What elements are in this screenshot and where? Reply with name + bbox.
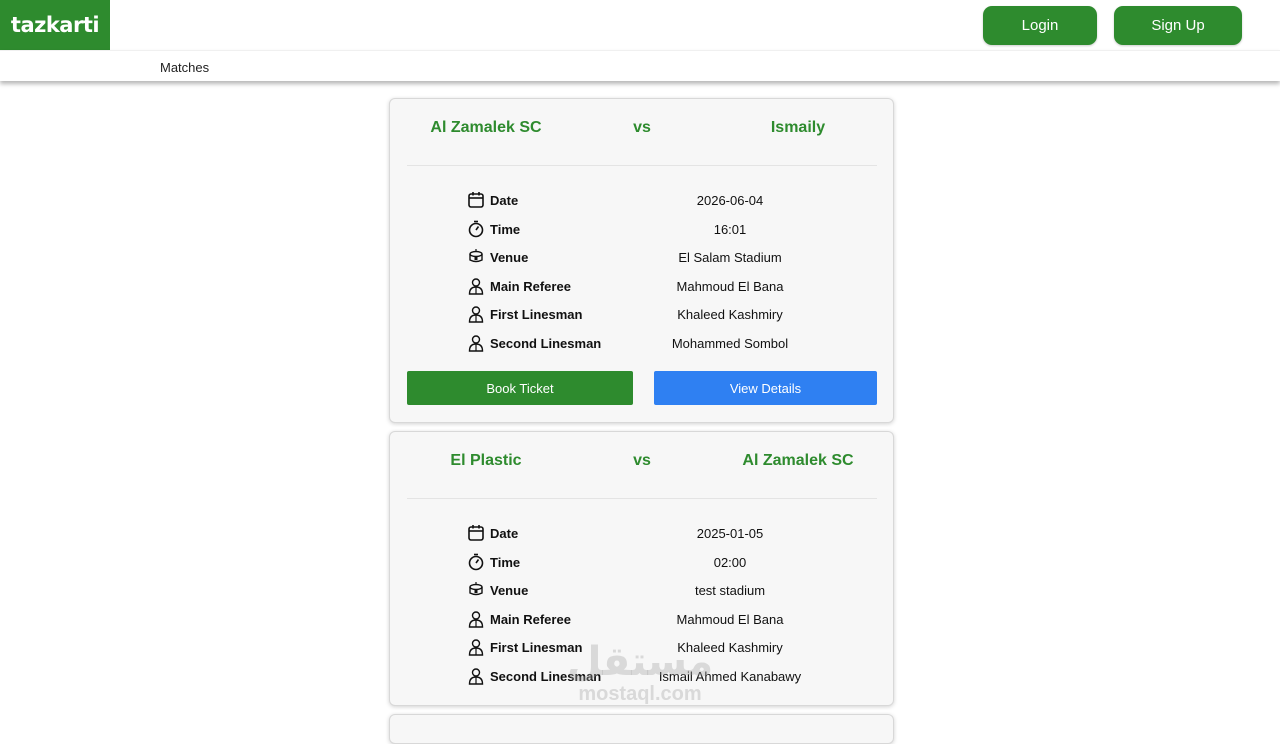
login-button[interactable]: Login [983,6,1097,45]
divider [407,165,877,166]
detail-row-second-linesman: Second Linesman Mohammed Sombol [390,334,893,363]
referee-icon [468,278,484,295]
detail-row-date: Date 2025-01-05 [390,524,893,553]
first-linesman-label: First Linesman [490,307,583,323]
first-linesman-label: First Linesman [490,640,583,656]
detail-row-first-linesman: First Linesman Khaleed Kashmiry [390,638,893,667]
nav-item-matches[interactable]: Matches [160,60,209,75]
main-referee-label: Main Referee [490,278,571,294]
detail-row-first-linesman: First Linesman Khaleed Kashmiry [390,305,893,334]
detail-row-time: Time 16:01 [390,220,893,249]
venue-label: Venue [490,583,529,599]
stadium-icon [469,582,483,596]
teams-row: El Plastic vs Al Zamalek SC [390,452,893,476]
second-linesman-value: Ismail Ahmed Kanabawy [658,668,802,684]
time-value: 02:00 [713,554,747,570]
referee-icon [468,306,484,324]
top-header: tazkarti Login Sign Up [0,0,1280,50]
detail-row-main-referee: Main Referee Mahmoud El Bana [390,610,893,639]
match-details: Date 2026-06-04 Time 16:01 Venue El Sala… [390,191,893,363]
referee-icon [468,611,484,628]
date-value: 2026-06-04 [696,193,764,208]
view-details-button[interactable]: View Details [654,371,877,405]
calendar-icon [468,525,484,541]
referee-icon [468,668,484,685]
detail-row-venue: Venue test stadium [390,581,893,610]
calendar-icon [468,192,484,208]
time-label: Time [490,554,521,570]
match-card: Al Zamalek SC vs Ismaily Date 2026-06-04… [389,98,894,423]
match-card [389,714,894,744]
match-details: Date 2025-01-05 Time 02:00 Venue test st… [390,524,893,696]
nav-bar: Matches [0,50,1280,81]
book-ticket-button[interactable]: Book Ticket [407,371,633,405]
detail-row-second-linesman: Second Linesman Ismail Ahmed Kanabawy [390,667,893,696]
referee-icon [468,639,484,657]
date-label: Date [490,526,519,541]
time-value: 16:01 [713,221,747,237]
match-card: El Plastic vs Al Zamalek SC Date 2025-01… [389,431,894,706]
first-linesman-value: Khaleed Kashmiry [677,307,783,323]
second-linesman-label: Second Linesman [490,668,602,684]
detail-row-venue: Venue El Salam Stadium [390,248,893,277]
teams-row: Al Zamalek SC vs Ismaily [390,119,893,143]
referee-icon [468,335,484,352]
logo[interactable]: tazkarti [0,0,110,50]
main-referee-value: Mahmoud El Bana [676,611,784,627]
away-team: Ismaily [770,119,826,136]
first-linesman-value: Khaleed Kashmiry [677,640,783,656]
away-team: Al Zamalek SC [742,452,854,469]
main-referee-label: Main Referee [490,611,571,627]
date-label: Date [490,193,519,208]
second-linesman-label: Second Linesman [490,335,602,351]
detail-row-main-referee: Main Referee Mahmoud El Bana [390,277,893,306]
divider [407,498,877,499]
venue-value: test stadium [694,583,766,599]
detail-row-time: Time 02:00 [390,553,893,582]
time-label: Time [490,221,521,237]
stadium-icon [469,249,483,263]
detail-row-date: Date 2026-06-04 [390,191,893,220]
signup-button[interactable]: Sign Up [1114,6,1242,45]
second-linesman-value: Mohammed Sombol [671,335,789,351]
venue-value: El Salam Stadium [678,250,782,266]
stopwatch-icon [468,553,484,570]
stopwatch-icon [468,220,484,237]
main-referee-value: Mahmoud El Bana [676,278,784,294]
date-value: 2025-01-05 [696,526,764,541]
venue-label: Venue [490,250,529,266]
logo-text: tazkarti [10,13,100,37]
